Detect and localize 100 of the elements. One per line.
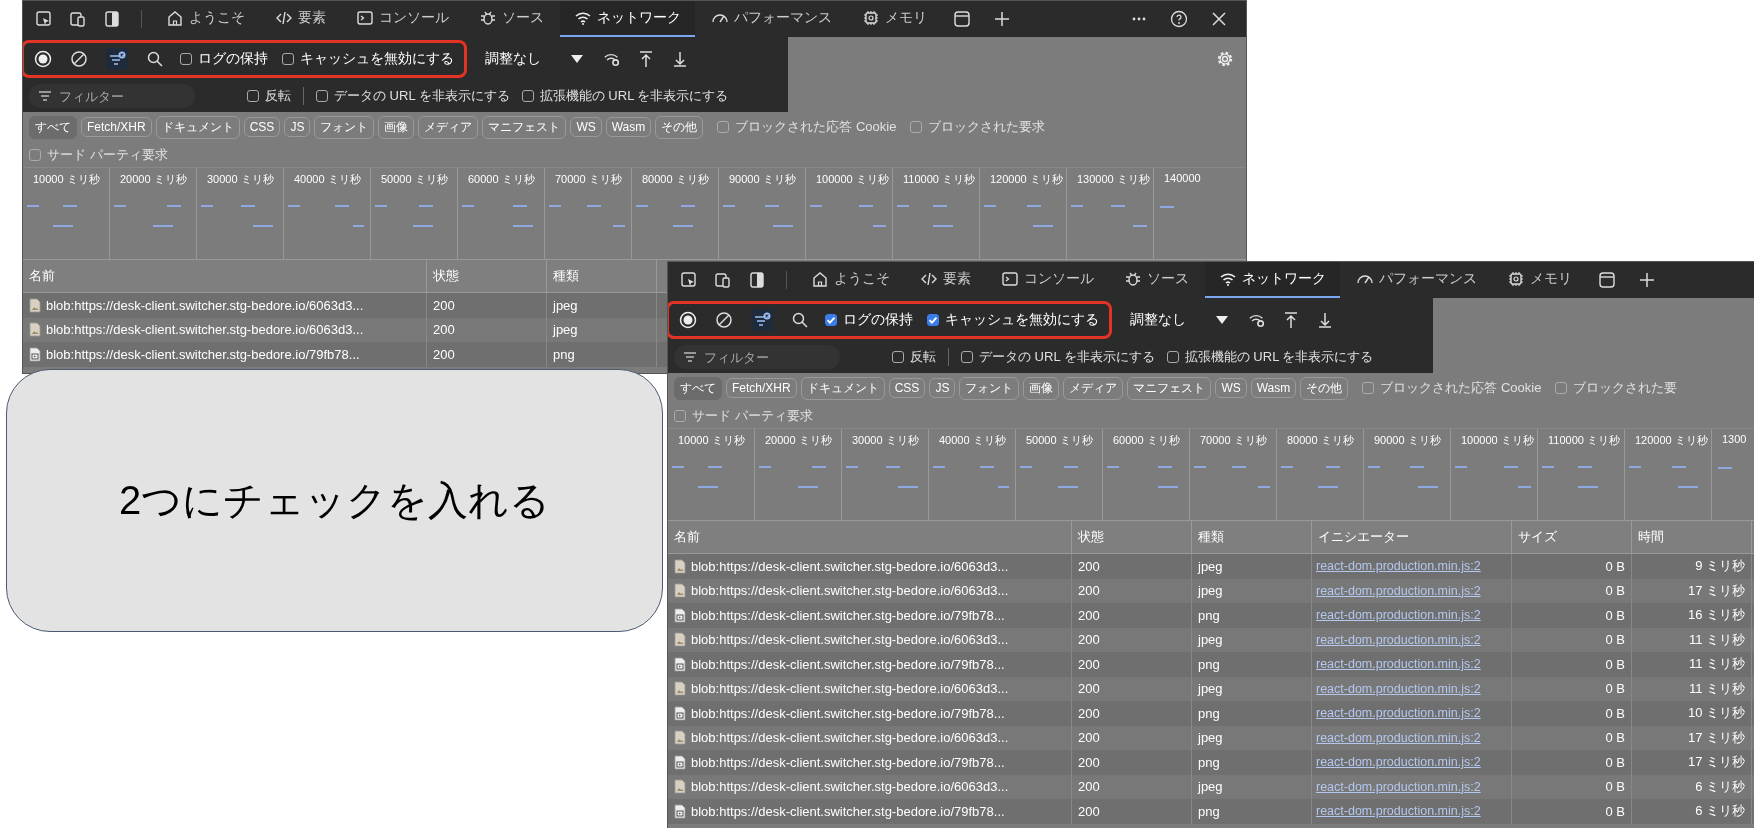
initiator-link[interactable]: react-dom.production.min.js:2 xyxy=(1316,583,1481,598)
type-filter-chip[interactable]: すべて xyxy=(674,376,722,400)
help-icon[interactable] xyxy=(1170,10,1188,28)
request-name[interactable]: blob:https://desk-client.switcher.stg-bedore.io/79fb78... xyxy=(691,803,1005,819)
type-filter-chip[interactable]: すべて xyxy=(29,115,77,139)
checkbox[interactable] xyxy=(316,90,328,102)
panel-tab[interactable]: パフォーマンス xyxy=(697,1,846,37)
inspect-icon[interactable] xyxy=(35,10,53,28)
type-filter-chip[interactable]: JS xyxy=(929,378,956,398)
checkbox[interactable] xyxy=(961,351,973,363)
type-filter-chip[interactable]: WS xyxy=(1215,378,1247,398)
request-name[interactable]: blob:https://desk-client.switcher.stg-bedore.io/79fb78... xyxy=(691,656,1005,672)
checkbox[interactable] xyxy=(674,409,686,422)
request-name[interactable]: blob:https://desk-client.switcher.stg-bedore.io/6063d3... xyxy=(691,730,1009,746)
type-filter-chip[interactable]: フォント xyxy=(314,115,375,139)
type-filter-chip[interactable]: Wasm xyxy=(1250,378,1297,398)
download-icon[interactable] xyxy=(671,49,689,68)
settings-icon[interactable] xyxy=(1216,49,1234,68)
type-filter-chip[interactable]: その他 xyxy=(655,115,704,139)
initiator-link[interactable]: react-dom.production.min.js:2 xyxy=(1316,657,1481,672)
filter-toggle-icon[interactable] xyxy=(106,47,128,70)
record-icon[interactable] xyxy=(34,49,52,68)
initiator-link[interactable]: react-dom.production.min.js:2 xyxy=(1316,706,1481,721)
column-header[interactable]: 種類 xyxy=(547,260,657,292)
request-name[interactable]: blob:https://desk-client.switcher.stg-bedore.io/79fb78... xyxy=(691,705,1005,721)
throttle-dropdown[interactable]: 調整なし xyxy=(1124,310,1234,329)
search-icon[interactable] xyxy=(791,310,809,329)
type-filter-chip[interactable]: メディア xyxy=(1063,376,1124,400)
checkbox[interactable] xyxy=(282,52,294,65)
type-filter-chip[interactable]: 画像 xyxy=(378,115,415,139)
panel-tab[interactable]: ようこそ xyxy=(797,262,904,298)
request-name[interactable]: blob:https://desk-client.switcher.stg-bedore.io/6063d3... xyxy=(691,583,1009,599)
filter-field[interactable]: フィルター xyxy=(29,84,195,108)
panel-tab[interactable]: ネットワーク xyxy=(1205,262,1340,298)
panel-tab[interactable]: ようこそ xyxy=(152,1,259,37)
request-name[interactable]: blob:https://desk-client.switcher.stg-bedore.io/6063d3... xyxy=(46,297,364,313)
checkbox[interactable] xyxy=(892,351,904,363)
type-filter-chip[interactable]: その他 xyxy=(1300,376,1349,400)
type-filter-chip[interactable]: フォント xyxy=(959,376,1020,400)
upload-icon[interactable] xyxy=(637,49,655,68)
checkbox[interactable] xyxy=(247,90,259,102)
type-filter-chip[interactable]: WS xyxy=(570,117,602,137)
checkbox[interactable] xyxy=(29,148,41,161)
type-filter-chip[interactable]: CSS xyxy=(888,378,926,398)
upload-icon[interactable] xyxy=(1282,310,1300,329)
checkbox[interactable] xyxy=(927,313,939,326)
column-header[interactable]: イニシエーター xyxy=(1312,521,1512,553)
inspect-icon[interactable] xyxy=(680,271,698,289)
panel-tab[interactable]: メモリ xyxy=(1493,262,1586,298)
type-filter-chip[interactable]: メディア xyxy=(418,115,479,139)
filter-field[interactable]: フィルター xyxy=(674,345,840,369)
panel-tab[interactable]: コンソール xyxy=(987,262,1108,298)
column-header[interactable]: 状態 xyxy=(427,260,547,292)
close-icon[interactable] xyxy=(1210,10,1228,28)
request-name[interactable]: blob:https://desk-client.switcher.stg-bedore.io/6063d3... xyxy=(691,632,1009,648)
type-filter-chip[interactable]: ドキュメント xyxy=(800,376,885,400)
checkbox[interactable] xyxy=(180,52,192,65)
request-name[interactable]: blob:https://desk-client.switcher.stg-bedore.io/79fb78... xyxy=(691,607,1005,623)
type-filter-chip[interactable]: Fetch/XHR xyxy=(81,117,152,137)
initiator-link[interactable]: react-dom.production.min.js:2 xyxy=(1316,681,1481,696)
column-header[interactable]: 名前 xyxy=(23,260,427,292)
type-filter-chip[interactable]: マニフェスト xyxy=(1127,376,1212,400)
type-filter-chip[interactable]: Wasm xyxy=(605,117,652,137)
panel-tab[interactable]: メモリ xyxy=(848,1,941,37)
type-filter-chip[interactable]: 画像 xyxy=(1023,376,1060,400)
panel-tab[interactable]: パフォーマンス xyxy=(1342,262,1491,298)
column-header[interactable]: サイズ xyxy=(1512,521,1632,553)
initiator-link[interactable]: react-dom.production.min.js:2 xyxy=(1316,779,1481,794)
checkbox[interactable] xyxy=(910,121,923,133)
column-header[interactable]: 種類 xyxy=(1192,521,1312,553)
clear-icon[interactable] xyxy=(70,49,88,68)
type-filter-chip[interactable]: CSS xyxy=(243,117,281,137)
request-name[interactable]: blob:https://desk-client.switcher.stg-bedore.io/6063d3... xyxy=(691,681,1009,697)
panel-tab[interactable]: ソース xyxy=(465,1,558,37)
initiator-link[interactable]: react-dom.production.min.js:2 xyxy=(1316,632,1481,647)
initiator-link[interactable]: react-dom.production.min.js:2 xyxy=(1316,559,1481,574)
panel-tab[interactable]: ソース xyxy=(1110,262,1203,298)
initiator-link[interactable]: react-dom.production.min.js:2 xyxy=(1316,755,1481,770)
request-name[interactable]: blob:https://desk-client.switcher.stg-bedore.io/6063d3... xyxy=(691,779,1009,795)
checkbox[interactable] xyxy=(1166,351,1179,363)
panel-tab[interactable]: コンソール xyxy=(342,1,463,37)
filter-toggle-icon[interactable] xyxy=(751,308,773,331)
checkbox[interactable] xyxy=(717,121,730,133)
dock-side-icon[interactable] xyxy=(748,271,766,289)
initiator-link[interactable]: react-dom.production.min.js:2 xyxy=(1316,804,1481,819)
type-filter-chip[interactable]: ドキュメント xyxy=(155,115,240,139)
throttle-dropdown[interactable]: 調整なし xyxy=(479,49,589,68)
record-icon[interactable] xyxy=(679,310,697,329)
type-filter-chip[interactable]: マニフェスト xyxy=(482,115,567,139)
panel-tab[interactable]: ネットワーク xyxy=(560,1,695,37)
request-name[interactable]: blob:https://desk-client.switcher.stg-bedore.io/6063d3... xyxy=(691,558,1009,574)
device-icon[interactable] xyxy=(69,10,87,28)
panel-tab[interactable]: 要素 xyxy=(261,1,340,37)
search-icon[interactable] xyxy=(146,49,164,68)
checkbox[interactable] xyxy=(1362,382,1375,394)
initiator-link[interactable]: react-dom.production.min.js:2 xyxy=(1316,730,1481,745)
checkbox[interactable] xyxy=(521,90,534,102)
request-name[interactable]: blob:https://desk-client.switcher.stg-bedore.io/79fb78... xyxy=(46,346,360,362)
checkbox[interactable] xyxy=(1555,382,1568,394)
dock-side-icon[interactable] xyxy=(103,10,121,28)
